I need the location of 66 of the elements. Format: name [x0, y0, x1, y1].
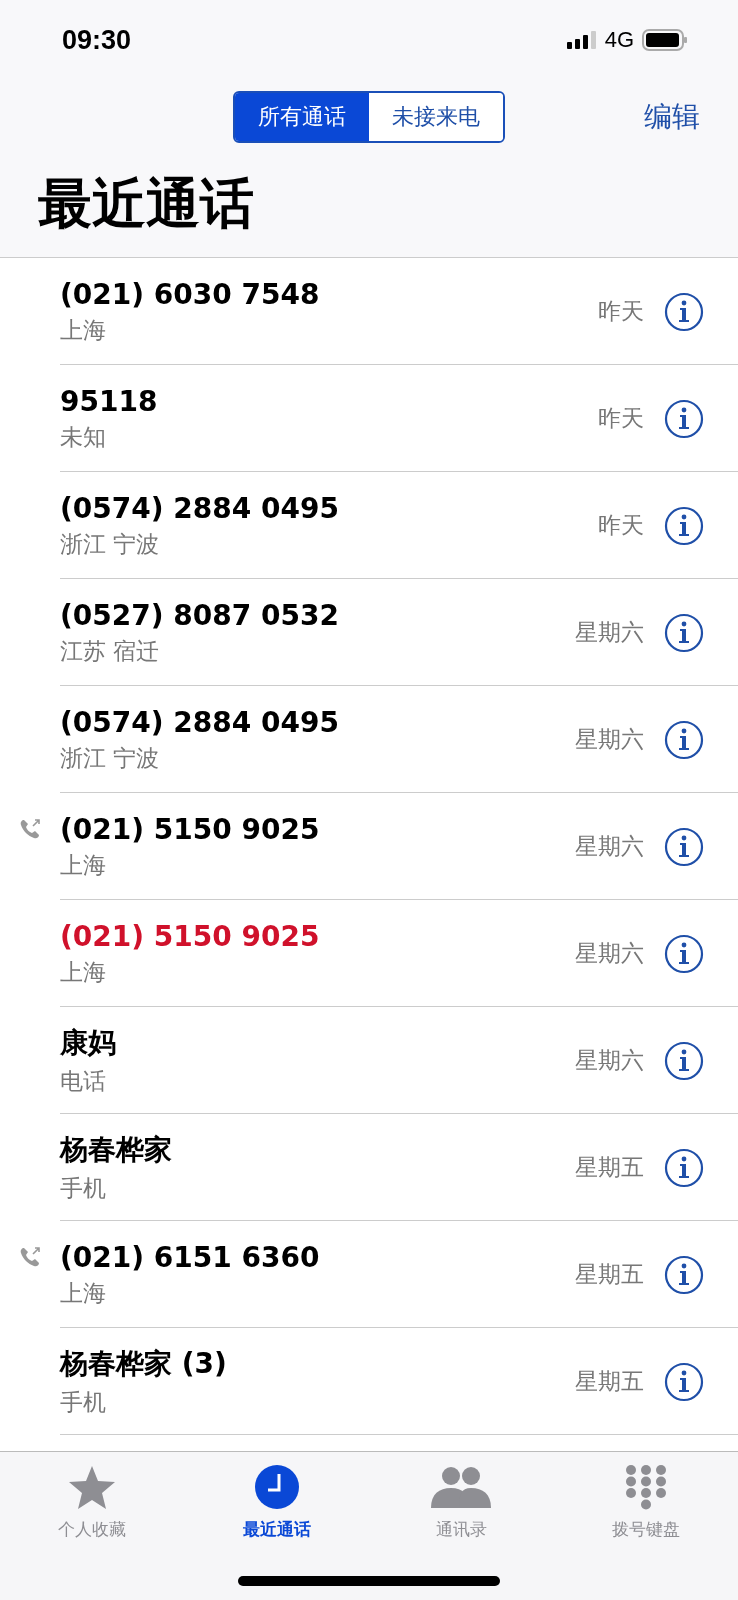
status-time: 09:30 [62, 24, 132, 56]
info-icon[interactable] [664, 719, 704, 760]
caller-location: 上海 [60, 315, 107, 345]
call-row[interactable]: 康妈 电话 星期六 [0, 1007, 738, 1114]
segment-tab[interactable]: 未接来电 [369, 93, 503, 141]
info-icon[interactable] [664, 1040, 704, 1081]
caller-location: 手机 [60, 1174, 107, 1203]
caller-name: 95118 [60, 384, 159, 418]
call-date: 昨天 [598, 297, 644, 326]
info-icon[interactable] [664, 398, 704, 439]
info-icon[interactable] [664, 291, 704, 332]
edit-button[interactable]: 编辑 [644, 98, 700, 136]
signal-icon [566, 30, 597, 50]
call-row[interactable]: (021) 6151 6360 上海 星期五 [0, 1221, 738, 1328]
call-date: 星期六 [575, 618, 644, 647]
page-title: 最近通话 [0, 154, 738, 258]
call-row[interactable]: (0527) 8087 0532 江苏 宿迁 星期六 [0, 579, 738, 686]
call-date: 昨天 [598, 404, 644, 433]
call-date: 昨天 [598, 511, 644, 540]
caller-name: 杨春桦家 [60, 1132, 173, 1168]
caller-name: (021) 6151 6360 [60, 1240, 321, 1274]
call-row[interactable]: 杨春桦家 手机 星期五 [0, 1114, 738, 1221]
call-row[interactable]: (0574) 2884 0495 浙江 宁波 昨天 [0, 472, 738, 579]
info-icon[interactable] [664, 933, 704, 974]
caller-location: 电话 [60, 1067, 107, 1096]
call-row[interactable]: (021) 6030 7548 上海 昨天 [0, 258, 738, 365]
caller-location: 江苏 宿迁 [60, 636, 161, 666]
caller-name: (021) 5150 9025 [60, 919, 321, 953]
info-icon[interactable] [664, 1147, 704, 1188]
call-row[interactable]: (021) 5150 9025 上海 星期六 [0, 793, 738, 900]
caller-location: 手机 [60, 1388, 107, 1417]
caller-name: 康妈 [60, 1025, 117, 1061]
caller-location: 浙江 宁波 [60, 529, 161, 559]
call-row[interactable]: (0574) 2884 0495 浙江 宁波 星期六 [0, 686, 738, 793]
call-row[interactable]: 95118 未知 昨天 [0, 365, 738, 472]
caller-name: 杨春桦家 (3) [60, 1346, 228, 1382]
call-row[interactable]: 杨春桦家 (3) 手机 星期五 [0, 1328, 738, 1435]
contacts-icon [429, 1464, 494, 1510]
caller-location: 上海 [60, 1278, 107, 1308]
call-row[interactable]: (021) 5150 9025 上海 星期六 [0, 900, 738, 1007]
caller-name: (021) 6030 7548 [60, 277, 321, 311]
caller-name: (0574) 2884 0495 [60, 491, 340, 525]
info-icon[interactable] [664, 1254, 704, 1295]
segment-tab[interactable]: 所有通话 [235, 93, 369, 141]
clock-icon [253, 1464, 300, 1510]
info-icon[interactable] [664, 826, 704, 867]
caller-location: 浙江 宁波 [60, 743, 161, 773]
battery-icon [642, 29, 688, 51]
call-date: 星期五 [575, 1260, 644, 1289]
call-date: 星期五 [575, 1153, 644, 1182]
call-date: 星期六 [575, 725, 644, 754]
network-label: 4G [604, 27, 634, 53]
caller-location: 上海 [60, 850, 107, 880]
caller-location: 上海 [60, 957, 107, 987]
tab-bar-item[interactable]: 最近通话 [184, 1464, 369, 1541]
caller-name: (0574) 2884 0495 [60, 705, 340, 739]
caller-name: (021) 5150 9025 [60, 812, 321, 846]
call-date: 星期六 [575, 832, 644, 861]
call-date: 星期五 [575, 1367, 644, 1396]
caller-name: (0527) 8087 0532 [60, 598, 340, 632]
call-date: 星期六 [575, 1046, 644, 1075]
info-icon[interactable] [664, 612, 704, 653]
info-icon[interactable] [664, 505, 704, 546]
info-icon[interactable] [664, 1361, 704, 1402]
caller-location: 未知 [60, 422, 107, 452]
call-date: 星期六 [575, 939, 644, 968]
